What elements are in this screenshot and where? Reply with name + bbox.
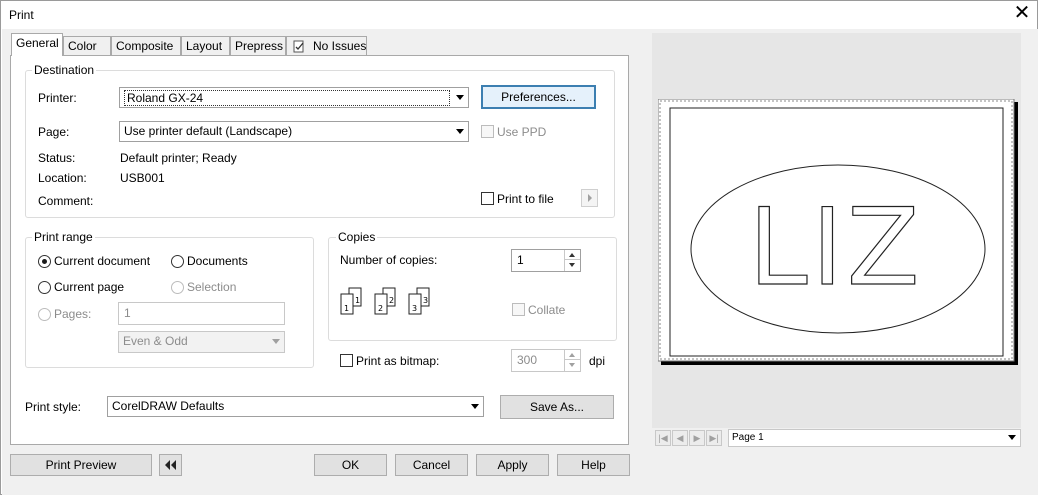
svg-text:2: 2 [389, 296, 394, 305]
title-bar: Print ✕ [1, 1, 1037, 29]
previous-page-icon[interactable]: ◀ [672, 430, 688, 446]
cancel-button[interactable]: Cancel [395, 454, 468, 476]
print-as-bitmap-label: Print as bitmap: [356, 354, 440, 368]
chevron-down-icon [1008, 435, 1016, 440]
svg-text:3: 3 [423, 296, 428, 305]
print-range-group-label: Print range [32, 230, 95, 244]
collate-illustration-icon: 11 22 33 [340, 287, 430, 315]
svg-text:1: 1 [344, 304, 349, 313]
location-value: USB001 [120, 171, 165, 185]
pages-input[interactable]: 1 [118, 302, 285, 325]
double-chevron-left-icon [165, 460, 176, 470]
page-select[interactable]: Use printer default (Landscape) [119, 121, 469, 142]
help-button[interactable]: Help [557, 454, 630, 476]
preview-artwork-text: LIZ [749, 186, 924, 309]
chevron-down-icon [272, 339, 280, 344]
comment-label: Comment: [38, 194, 94, 208]
status-label: Status: [38, 151, 76, 165]
chevron-down-icon [471, 404, 479, 409]
tab-prepress[interactable]: Prepress [230, 36, 286, 55]
apply-button[interactable]: Apply [476, 454, 549, 476]
documents-radio[interactable] [171, 255, 184, 268]
number-of-copies-value: 1 [517, 253, 524, 267]
tab-general[interactable]: General [11, 33, 63, 56]
current-document-radio[interactable] [38, 255, 51, 268]
number-of-copies-stepper[interactable]: 1 [511, 249, 581, 272]
chevron-down-icon [456, 129, 464, 134]
tab-composite[interactable]: Composite [111, 36, 181, 55]
chevron-right-icon [588, 194, 592, 202]
collapse-preview-button[interactable] [159, 454, 182, 476]
selection-label: Selection [187, 280, 237, 294]
collate-label: Collate [528, 303, 566, 317]
print-style-select-value: CorelDRAW Defaults [112, 399, 225, 413]
tab-layout[interactable]: Layout [181, 36, 230, 55]
check-document-icon [293, 40, 304, 53]
print-style-select[interactable]: CorelDRAW Defaults [107, 396, 484, 417]
next-page-icon[interactable]: ▶ [689, 430, 705, 446]
printer-select-value: Roland GX-24 [124, 90, 450, 106]
collate-checkbox[interactable] [512, 303, 525, 316]
current-page-label: Current page [54, 280, 125, 294]
destination-group-label: Destination [32, 63, 97, 77]
dpi-unit-label: dpi [589, 354, 606, 368]
window-title: Print [9, 8, 34, 22]
current-document-label: Current document [54, 254, 151, 268]
page-select-dropdown[interactable]: Page 1 [728, 429, 1021, 447]
spin-down-icon[interactable] [565, 260, 580, 270]
svg-text:1: 1 [355, 296, 360, 305]
even-odd-select-value: Even & Odd [123, 334, 188, 348]
tab-no-issues[interactable]: No Issues [286, 36, 367, 55]
use-ppd-checkbox[interactable] [481, 125, 494, 138]
printer-label: Printer: [38, 91, 77, 105]
print-preview-button[interactable]: Print Preview [10, 454, 152, 476]
ok-button[interactable]: OK [314, 454, 387, 476]
bitmap-dpi-value: 300 [517, 353, 538, 367]
current-page-radio[interactable] [38, 281, 51, 294]
close-icon[interactable]: ✕ [1011, 3, 1033, 25]
chevron-down-icon [456, 95, 464, 100]
print-style-label: Print style: [25, 400, 82, 414]
svg-text:3: 3 [412, 304, 417, 313]
print-as-bitmap-checkbox[interactable] [340, 354, 353, 367]
tab-no-issues-label: No Issues [313, 39, 367, 53]
print-preview-pane: LIZ [652, 33, 1021, 428]
print-to-file-checkbox[interactable] [481, 192, 494, 205]
pages-label: Pages: [54, 307, 92, 321]
spin-up-icon[interactable] [565, 250, 580, 260]
pages-radio[interactable] [38, 308, 51, 321]
preferences-button[interactable]: Preferences... [481, 85, 596, 109]
printer-select[interactable]: Roland GX-24 [119, 87, 469, 108]
save-as-button[interactable]: Save As... [500, 395, 614, 419]
location-label: Location: [38, 171, 87, 185]
even-odd-select[interactable]: Even & Odd [118, 331, 285, 353]
print-to-file-label: Print to file [497, 192, 554, 206]
documents-label: Documents [187, 254, 248, 268]
page-select-value: Use printer default (Landscape) [124, 124, 293, 138]
number-of-copies-label: Number of copies: [340, 253, 438, 267]
status-value: Default printer; Ready [120, 151, 237, 165]
svg-text:2: 2 [378, 304, 383, 313]
use-ppd-label: Use PPD [497, 125, 547, 139]
spin-down-icon[interactable] [565, 360, 580, 370]
preview-page: LIZ [658, 99, 1018, 365]
selection-radio[interactable] [171, 281, 184, 294]
tab-color[interactable]: Color [63, 36, 111, 55]
print-to-file-options-button[interactable] [581, 189, 598, 207]
bitmap-dpi-stepper[interactable]: 300 [511, 349, 581, 372]
page-label: Page: [38, 125, 70, 139]
spin-up-icon[interactable] [565, 350, 580, 360]
first-page-icon[interactable]: |◀ [655, 430, 671, 446]
last-page-icon[interactable]: ▶| [706, 430, 722, 446]
preview-page-navigator: |◀ ◀ ▶ ▶| Page 1 [652, 428, 1021, 448]
page-select-dropdown-value: Page 1 [732, 432, 764, 443]
copies-group-label: Copies [336, 230, 378, 244]
